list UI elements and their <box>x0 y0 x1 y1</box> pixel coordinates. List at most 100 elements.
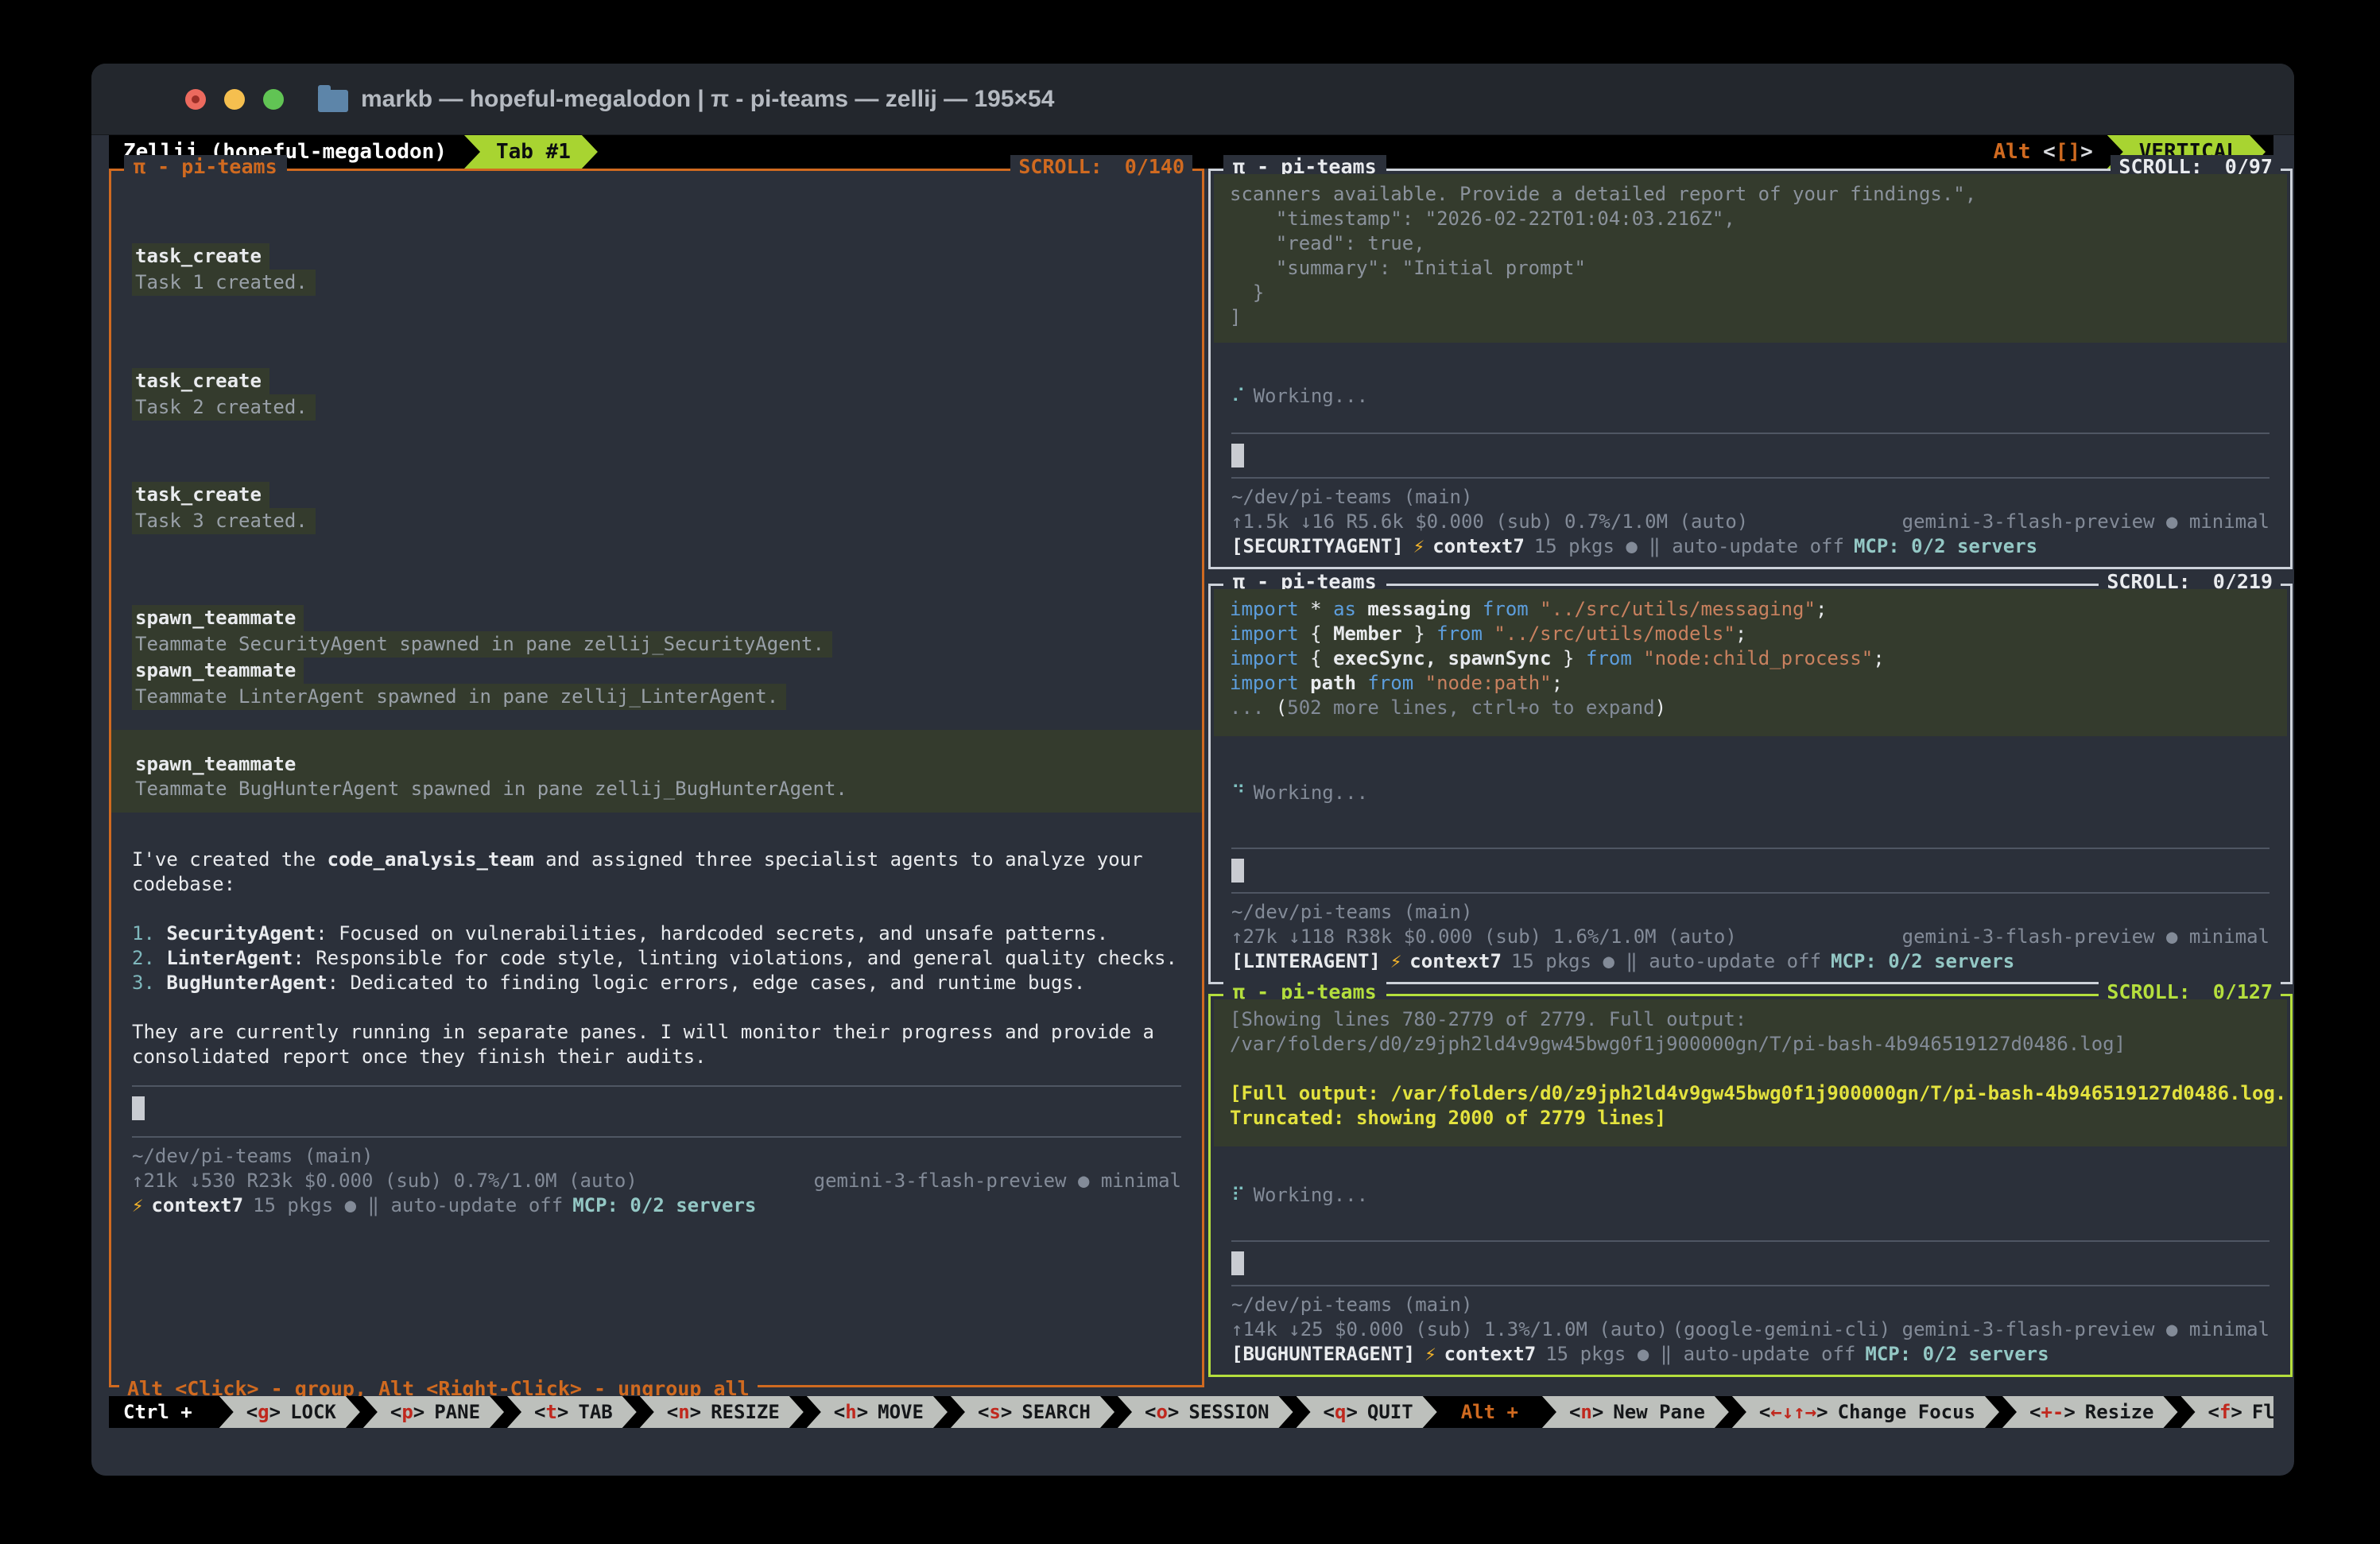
keybinding-segment: gLOCK <box>219 1396 360 1428</box>
input-and-status: ~/dev/pi-teams (main) ↑21k ↓530 R23k $0.… <box>111 1085 1202 1218</box>
keybinding-segment: qQUIT <box>1297 1396 1437 1428</box>
maximize-button[interactable] <box>263 89 284 110</box>
json-line: "timestamp": "2026-02-22T01:04:03.216Z", <box>1230 207 2271 231</box>
assistant-message: I've created the code_analysis_team and … <box>111 848 1202 1069</box>
ctrl-keybindings: gLOCK pPANE tTAB nRESIZE hMOVE sSEARCH o… <box>219 1396 1440 1428</box>
ctrl-modifier-label: Ctrl + <box>109 1396 216 1428</box>
model-indicator: gemini-3-flash-preview ● minimal <box>814 1169 1181 1193</box>
input-line[interactable] <box>1231 859 2270 883</box>
text-cursor <box>1231 444 1244 467</box>
pane-linter-agent[interactable]: π - pi-teams SCROLL:0/219 import * as me… <box>1208 584 2293 984</box>
input-line[interactable] <box>1231 1251 2270 1275</box>
pane-security-agent[interactable]: π - pi-teams SCROLL:0/97 scanners availa… <box>1208 169 2293 569</box>
mcp-status: MCP: 0/2 servers <box>572 1193 756 1218</box>
keybinding-segment: nRESIZE <box>640 1396 804 1428</box>
tab-1[interactable]: Tab #1 <box>464 135 598 169</box>
mcp-status: MCP: 0/2 servers <box>1854 534 2037 559</box>
keybinding-segment: tTAB <box>507 1396 637 1428</box>
mcp-status: MCP: 0/2 servers <box>1831 949 2014 974</box>
model-indicator: gemini-3-flash-preview ● minimal <box>1902 510 2270 534</box>
pane-main-agent[interactable]: π - pi-teams SCROLL:0/140 task_create Ta… <box>109 169 1204 1387</box>
input-rule-bottom <box>132 1136 1181 1138</box>
packages-status: 15 pkgs ● ‖ auto-update off <box>253 1193 563 1218</box>
agent-name-badge: [BUGHUNTERAGENT] <box>1231 1342 1415 1367</box>
tool-call-entry: task_create Task 1 created. <box>132 243 1181 296</box>
alt-keybindings: nNew Pane ←↓↑→Change Focus +-Resize fFlo… <box>1542 1396 2273 1428</box>
keybinding-bar: Ctrl + gLOCK pPANE tTAB nRESIZE hMOVE sS… <box>109 1396 2273 1428</box>
model-indicator: (google-gemini-cli) gemini-3-flash-previ… <box>1673 1317 2270 1342</box>
token-stats: ↑27k ↓118 R38k $0.000 (sub) 1.6%/1.0M (a… <box>1231 925 1737 949</box>
lightning-icon: ⚡ <box>1390 949 1401 974</box>
tool-call-entry-highlighted: spawn_teammate Teammate BugHunterAgent s… <box>111 730 1202 813</box>
json-line: scanners available. Provide a detailed r… <box>1230 182 2271 207</box>
lightning-icon: ⚡ <box>1413 534 1425 559</box>
context7-label: context7 <box>1444 1342 1537 1367</box>
traffic-lights <box>185 89 284 110</box>
token-stats: ↑14k ↓25 $0.000 (sub) 1.3%/1.0M (auto) <box>1231 1317 1668 1342</box>
input-line[interactable] <box>132 1096 1181 1120</box>
spinner-icon: ⠙ <box>1231 782 1246 804</box>
alt-bracket-hint: Alt <[]> <box>1994 140 2093 164</box>
agent-list-item: 1. SecurityAgent: Focused on vulnerabili… <box>132 921 1181 946</box>
input-and-status: ~/dev/pi-teams (main) ↑27k ↓118 R38k $0.… <box>1231 848 2270 974</box>
cwd-path: ~/dev/pi-teams (main) <box>1231 900 2270 925</box>
packages-status: 15 pkgs ● ‖ auto-update off <box>1545 1342 1855 1367</box>
tool-call-entry: task_create Task 2 created. <box>132 368 1181 421</box>
code-preview: import * as messaging from "../src/utils… <box>1214 589 2287 736</box>
mcp-status: MCP: 0/2 servers <box>1865 1342 2049 1367</box>
keybinding-segment: pPANE <box>363 1396 504 1428</box>
close-button[interactable] <box>185 89 206 110</box>
lightning-icon: ⚡ <box>132 1193 143 1218</box>
input-rule-top <box>132 1085 1181 1087</box>
cwd-path: ~/dev/pi-teams (main) <box>1231 1293 2270 1317</box>
working-status: ⠏Working... <box>1211 1183 2290 1208</box>
token-stats: ↑21k ↓530 R23k $0.000 (sub) 0.7%/1.0M (a… <box>132 1169 638 1193</box>
tool-call-entry: spawn_teammate Teammate SecurityAgent sp… <box>132 605 1181 658</box>
model-indicator: gemini-3-flash-preview ● minimal <box>1902 925 2270 949</box>
token-stats: ↑1.5k ↓16 R5.6k $0.000 (sub) 0.7%/1.0M (… <box>1231 510 1748 534</box>
input-and-status: ~/dev/pi-teams (main) ↑14k ↓25 $0.000 (s… <box>1231 1240 2270 1367</box>
keybinding-segment: ←↓↑→Change Focus <box>1732 1396 1999 1428</box>
context7-label: context7 <box>151 1193 243 1218</box>
window-title: markb — hopeful-megalodon | π - pi-teams… <box>361 86 1054 113</box>
context7-label: context7 <box>1409 949 1502 974</box>
text-cursor <box>1231 1251 1244 1275</box>
packages-status: 15 pkgs ● ‖ auto-update off <box>1534 534 1844 559</box>
packages-status: 15 pkgs ● ‖ auto-update off <box>1511 949 1821 974</box>
keybinding-segment: oSESSION <box>1118 1396 1293 1428</box>
cwd-path: ~/dev/pi-teams (main) <box>1231 485 2270 510</box>
input-and-status: ~/dev/pi-teams (main) ↑1.5k ↓16 R5.6k $0… <box>1231 433 2270 559</box>
agent-list: 1. SecurityAgent: Focused on vulnerabili… <box>132 921 1181 995</box>
alt-modifier-label: Alt + <box>1440 1396 1539 1428</box>
context7-label: context7 <box>1432 534 1525 559</box>
json-line: "read": true, <box>1230 231 2271 256</box>
agent-name-badge: [SECURITYAGENT] <box>1231 534 1404 559</box>
log-output: [Showing lines 780-2779 of 2779. Full ou… <box>1214 999 2287 1146</box>
json-line: ] <box>1230 305 2271 330</box>
cwd-path: ~/dev/pi-teams (main) <box>132 1144 1181 1169</box>
keybinding-segment: nNew Pane <box>1542 1396 1729 1428</box>
input-line[interactable] <box>1231 444 2270 467</box>
folder-icon <box>318 90 348 112</box>
json-line: "summary": "Initial prompt" <box>1230 256 2271 281</box>
agent-list-item: 2. LinterAgent: Responsible for code sty… <box>132 946 1181 971</box>
spinner-icon: ⠏ <box>1231 1184 1246 1206</box>
pane-bughunter-agent[interactable]: π - pi-teams SCROLL:0/127 [Showing lines… <box>1208 994 2293 1377</box>
json-output: scanners available. Provide a detailed r… <box>1214 174 2287 343</box>
json-line: } <box>1230 281 2271 305</box>
keybinding-segment: sSEARCH <box>951 1396 1114 1428</box>
terminal-window: markb — hopeful-megalodon | π - pi-teams… <box>91 64 2294 1476</box>
working-status: ⠌Working... <box>1211 384 2290 409</box>
screen: markb — hopeful-megalodon | π - pi-teams… <box>0 0 2380 1544</box>
lightning-icon: ⚡ <box>1425 1342 1436 1367</box>
agent-list-item: 3. BugHunterAgent: Dedicated to finding … <box>132 971 1181 995</box>
tool-call-entry: spawn_teammate Teammate LinterAgent spaw… <box>132 658 1181 710</box>
titlebar: markb — hopeful-megalodon | π - pi-teams… <box>91 64 2294 135</box>
minimize-button[interactable] <box>224 89 245 110</box>
keybinding-segment: hMOVE <box>807 1396 948 1428</box>
text-cursor <box>1231 859 1244 883</box>
working-status: ⠙Working... <box>1211 781 2290 805</box>
text-cursor <box>132 1096 145 1120</box>
tool-call-list: task_create Task 1 created. task_create … <box>111 243 1202 710</box>
tool-call-entry: task_create Task 3 created. <box>132 482 1181 534</box>
